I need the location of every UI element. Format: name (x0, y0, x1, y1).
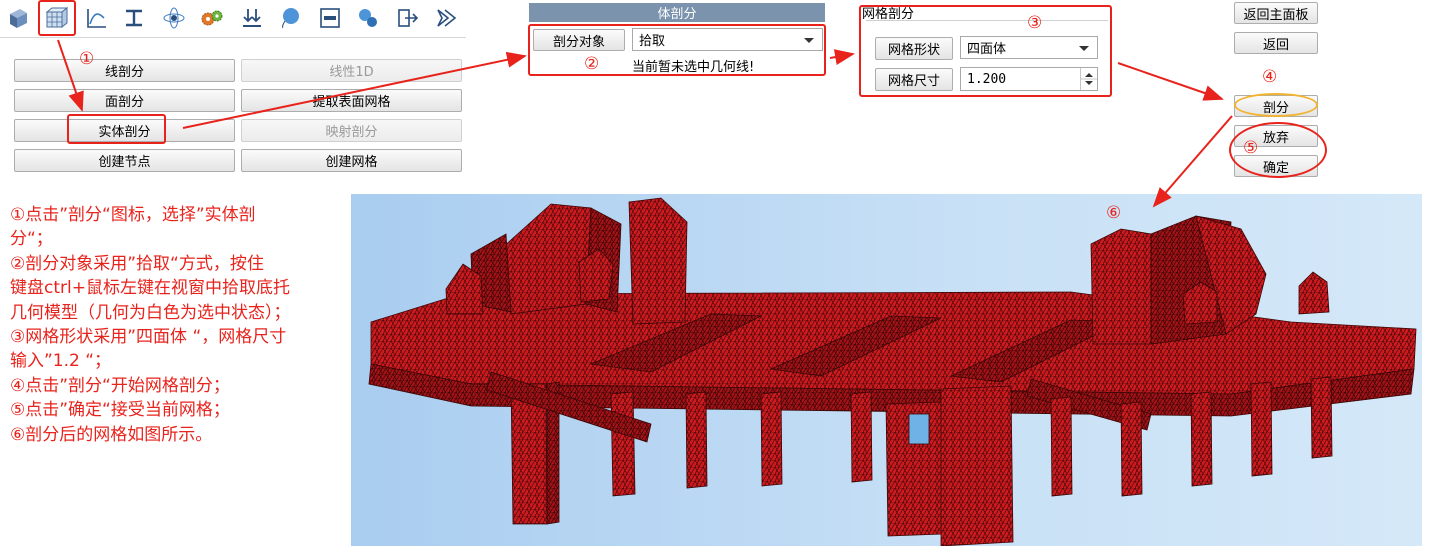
annotation-arrows (57, 39, 1233, 208)
arrow-6 (1152, 115, 1233, 208)
arrow-1 (57, 39, 84, 112)
arrow-3 (829, 49, 855, 65)
arrow-2 (182, 51, 527, 129)
arrow-4 (1117, 62, 1224, 101)
